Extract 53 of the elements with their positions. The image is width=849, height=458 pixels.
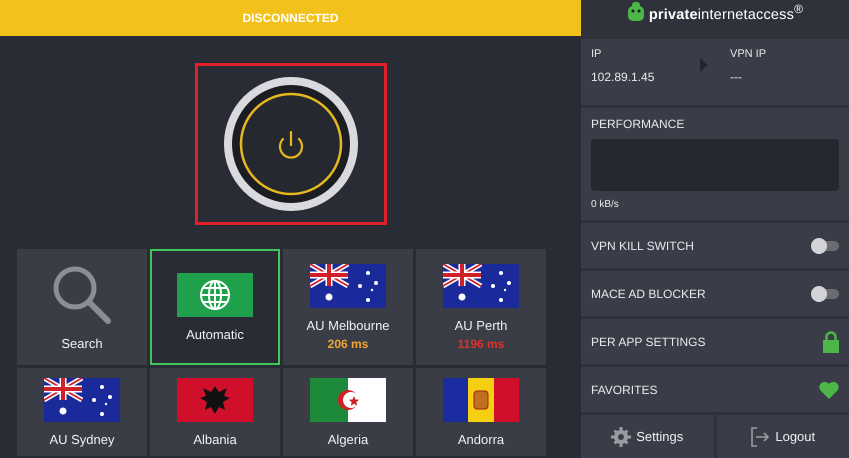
server-tile[interactable]: Algeria bbox=[283, 368, 413, 456]
performance-title: PERFORMANCE bbox=[591, 117, 686, 131]
toggle-switch[interactable] bbox=[811, 286, 839, 302]
power-button[interactable] bbox=[222, 76, 358, 212]
ip-value: 102.89.1.45 bbox=[591, 70, 654, 84]
vpn-ip-value: --- bbox=[730, 70, 742, 84]
setting-label: FAVORITES bbox=[591, 382, 658, 396]
arrow-icon bbox=[700, 58, 708, 72]
setting-label: VPN KILL SWITCH bbox=[591, 238, 694, 252]
flag-icon bbox=[310, 378, 386, 422]
setting-label: MACE AD BLOCKER bbox=[591, 286, 706, 300]
settings-button[interactable]: Settings bbox=[581, 415, 714, 458]
server-name: Algeria bbox=[328, 432, 368, 446]
ip-label: IP bbox=[591, 48, 602, 60]
server-name: AU Sydney bbox=[49, 432, 115, 446]
search-icon bbox=[51, 264, 113, 326]
latency-value: 206 ms bbox=[328, 336, 368, 350]
settings-row[interactable]: PER APP SETTINGS bbox=[581, 319, 849, 364]
server-tile[interactable]: AU Sydney bbox=[17, 368, 147, 456]
server-name: Andorra bbox=[458, 432, 504, 446]
logout-button[interactable]: Logout bbox=[716, 415, 849, 458]
server-tile[interactable]: Automatic bbox=[150, 249, 280, 365]
gear-icon bbox=[611, 426, 632, 446]
server-name: Albania bbox=[193, 432, 237, 446]
setting-label: PER APP SETTINGS bbox=[591, 334, 706, 348]
server-tile[interactable]: Search bbox=[17, 249, 147, 365]
flag-icon bbox=[44, 378, 120, 422]
heart-icon bbox=[819, 380, 839, 398]
logout-icon bbox=[750, 426, 770, 446]
latency-value: 1196 ms bbox=[458, 336, 504, 350]
server-tile[interactable]: AU Perth 1196 ms bbox=[416, 249, 546, 365]
robot-logo-icon bbox=[626, 2, 645, 22]
brand-logo-text: privateinternetaccess$^{®}$ bbox=[648, 2, 804, 23]
settings-row[interactable]: MACE AD BLOCKER bbox=[581, 271, 849, 316]
flag-icon bbox=[443, 264, 519, 308]
server-name: Search bbox=[61, 336, 103, 350]
server-name: AU Melbourne bbox=[306, 318, 390, 332]
settings-row[interactable]: FAVORITES bbox=[581, 367, 849, 412]
toggle-switch[interactable] bbox=[811, 238, 839, 254]
server-name: Automatic bbox=[186, 326, 244, 342]
server-tile[interactable]: Andorra bbox=[416, 368, 546, 456]
flag-icon bbox=[443, 378, 519, 422]
flag-icon bbox=[310, 264, 386, 308]
settings-row[interactable]: VPN KILL SWITCH bbox=[581, 223, 849, 268]
flag-icon bbox=[177, 378, 253, 422]
server-name: AU Perth bbox=[454, 318, 508, 332]
speed-value: 0 kB/s bbox=[591, 199, 620, 210]
connection-status-bar: DISCONNECTED bbox=[0, 0, 581, 36]
vpn-ip-label: VPN IP bbox=[730, 48, 766, 60]
server-tile[interactable]: AU Melbourne 206 ms bbox=[283, 249, 413, 365]
padlock-icon bbox=[823, 330, 839, 352]
globe-flag-icon bbox=[177, 272, 253, 316]
server-tile[interactable]: Albania bbox=[150, 368, 280, 456]
